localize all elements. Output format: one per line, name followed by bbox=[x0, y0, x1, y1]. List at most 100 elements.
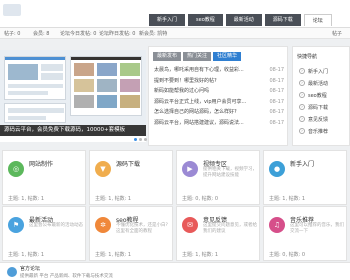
quick-nav-label: 意见反馈 bbox=[308, 116, 329, 123]
quick-nav-label: seo教程 bbox=[308, 92, 327, 99]
news-item[interactable]: 源码云平台，网站搭建建议，源码说法... 08-17 bbox=[154, 118, 284, 129]
flag-icon: ⚑ bbox=[8, 217, 24, 233]
board-title[interactable]: 源码下载 bbox=[116, 159, 140, 168]
arrow-icon: › bbox=[299, 116, 305, 122]
nav-tab-events[interactable]: 最新活动 bbox=[225, 14, 262, 26]
stat-posts: 帖子: 0 bbox=[4, 31, 21, 37]
arrow-icon: › bbox=[299, 104, 305, 110]
news-date: 08-17 bbox=[269, 77, 284, 84]
forum-stats-bar: 帖子: 0 会员: 8 论坛今日发帖: 0 论坛昨日发帖: 0 新会员: 凯特 bbox=[0, 28, 350, 39]
slider-dot[interactable] bbox=[139, 138, 142, 141]
board-stats: 主题: 0, 帖数: 0 bbox=[269, 252, 306, 258]
main-nav: 新手入门 seo教程 最新活动 源码下载 论坛 bbox=[146, 14, 332, 26]
nav-tab-forum[interactable]: 论坛 bbox=[303, 14, 332, 26]
news-title[interactable]: 源码云平台正式上线，vip用户会员可享... bbox=[154, 97, 246, 108]
news-date: 08-17 bbox=[269, 119, 284, 126]
tab-hot[interactable]: 热门关注 bbox=[183, 52, 212, 61]
quick-nav-panel: 快捷导航 › 新手入门 › 最新活动 › seo教程 › 源码下载 › 意见反馈 › 音乐推… bbox=[292, 46, 350, 146]
news-panel: 最新发布 热门关注 社区精华 太晨鸟，哪吒采用自有下心理，收益彩... 08-17… bbox=[148, 46, 288, 146]
arrow-icon: › bbox=[299, 68, 305, 74]
board-stats: 主题: 1, 帖数: 1 bbox=[8, 252, 45, 258]
board-card[interactable]: ▼ 源码下载 主题: 1, 帖数: 1 bbox=[89, 150, 173, 205]
news-date: 08-17 bbox=[269, 67, 284, 73]
board-desc: 不懂优化技术，还是小白? 这里有全面的教程 bbox=[116, 223, 168, 234]
news-date: 08-17 bbox=[269, 88, 284, 95]
board-card[interactable]: ⚑ 最新活动 这里会公布最新的活动动态 主题: 1, 帖数: 1 bbox=[2, 206, 86, 261]
download-icon: ▼ bbox=[95, 161, 111, 177]
quick-nav-item[interactable]: › 新手入门 bbox=[299, 65, 328, 77]
news-title[interactable]: 源码云平台，网站搭建建议，源码说法... bbox=[154, 118, 244, 129]
nav-tab-downloads[interactable]: 源码下载 bbox=[264, 14, 301, 26]
board-stats: 主题: 1, 帖数: 1 bbox=[95, 252, 132, 258]
chat-icon: ✉ bbox=[182, 217, 198, 233]
news-item[interactable]: 源码云平台正式上线，vip用户会员可享... 08-17 bbox=[154, 97, 284, 108]
top-header: 新手入门 seo教程 最新活动 源码下载 论坛 bbox=[0, 0, 350, 28]
slide-caption[interactable]: 源码云平台，会员免费下载源码，10000+套模板 bbox=[0, 125, 146, 136]
quick-nav-item[interactable]: › 意见反馈 bbox=[299, 113, 328, 125]
news-item[interactable]: 新码如能帮我的过心问吗 08-17 bbox=[154, 86, 284, 97]
slide-screenshot-grid bbox=[70, 56, 142, 116]
board-card[interactable]: ● 新手入门 主题: 1, 帖数: 1 bbox=[263, 150, 347, 205]
quick-nav-item[interactable]: › 最新活动 bbox=[299, 77, 328, 89]
user-icon: ● bbox=[269, 161, 285, 177]
board-title[interactable]: 网站制作 bbox=[29, 159, 53, 168]
nav-tab-beginner[interactable]: 新手入门 bbox=[149, 14, 186, 26]
news-title[interactable]: 太晨鸟，哪吒采用自有下心理，收益彩... bbox=[154, 65, 244, 76]
news-list: 太晨鸟，哪吒采用自有下心理，收益彩... 08-17 提到不要到！哪里找好的帖? 0… bbox=[154, 65, 284, 129]
board-desc: 这里会公布最新的活动动态 bbox=[29, 223, 83, 228]
gear-icon: ✲ bbox=[95, 217, 111, 233]
news-tabs: 最新发布 热门关注 社区精华 bbox=[153, 52, 243, 61]
board-card[interactable]: ♫ 音乐推荐 这里可以推荐的音乐，我们交流一下 主题: 0, 帖数: 0 bbox=[263, 206, 347, 261]
official-forum-bar: 官方论坛 提供最新 平台 产品新闻、软件下载与技术交流 bbox=[0, 262, 350, 280]
news-item[interactable]: 怎么选择自己的网站源码，怎么样好? 08-17 bbox=[154, 107, 284, 118]
arrow-icon: › bbox=[299, 80, 305, 86]
quick-nav-list: › 新手入门 › 最新活动 › seo教程 › 源码下载 › 意见反馈 › 音乐推荐 bbox=[299, 65, 328, 137]
board-stats: 主题: 0, 帖数: 0 bbox=[182, 196, 219, 202]
slider-dots bbox=[132, 138, 147, 141]
site-logo[interactable] bbox=[3, 4, 21, 16]
image-slider[interactable]: 源码云平台，会员免费下载源码，10000+套模板 bbox=[0, 50, 147, 142]
stat-today-posts: 论坛今日发帖: 0 bbox=[60, 31, 97, 37]
quick-nav-label: 新手入门 bbox=[308, 68, 329, 75]
board-desc: 这里提交问题意见，或者给我们的建议 bbox=[203, 223, 257, 234]
board-stats: 主题: 1, 帖数: 1 bbox=[95, 196, 132, 202]
board-stats: 主题: 1, 帖数: 1 bbox=[269, 196, 306, 202]
tab-latest[interactable]: 最新发布 bbox=[153, 52, 182, 61]
quick-nav-item[interactable]: › seo教程 bbox=[299, 89, 328, 101]
board-title[interactable]: 新手入门 bbox=[290, 159, 314, 168]
slide-image[interactable] bbox=[0, 50, 146, 125]
tab-featured[interactable]: 社区精华 bbox=[213, 52, 242, 61]
video-icon: ▶ bbox=[182, 161, 198, 177]
arrow-icon: › bbox=[299, 92, 305, 98]
stat-new-member[interactable]: 新会员: 凯特 bbox=[139, 30, 167, 37]
arrow-icon: › bbox=[299, 128, 305, 134]
quick-nav-title: 快捷导航 bbox=[297, 54, 318, 60]
user-link[interactable]: 帖子 bbox=[332, 30, 342, 37]
news-item[interactable]: 提到不要到！哪里找好的帖? 08-17 bbox=[154, 76, 284, 87]
slide-screenshot-main bbox=[4, 56, 66, 100]
slider-dot[interactable] bbox=[134, 138, 137, 141]
globe-icon: ◎ bbox=[8, 161, 24, 177]
board-desc: 这里可以推荐的音乐，我们交流一下 bbox=[290, 223, 344, 234]
news-item[interactable]: 太晨鸟，哪吒采用自有下心理，收益彩... 08-17 bbox=[154, 65, 284, 76]
forum-logo-icon bbox=[7, 267, 17, 277]
music-icon: ♫ bbox=[269, 217, 285, 233]
board-card[interactable]: ✉ 意见反馈 这里提交问题意见，或者给我们的建议 主题: 1, 帖数: 1 bbox=[176, 206, 260, 261]
news-date: 08-17 bbox=[269, 109, 284, 116]
quick-nav-item[interactable]: › 音乐推荐 bbox=[299, 125, 328, 137]
slider-dot[interactable] bbox=[144, 138, 147, 141]
stat-yesterday-posts: 论坛昨日发帖: 0 bbox=[99, 31, 136, 37]
news-title[interactable]: 新码如能帮我的过心问吗 bbox=[154, 86, 209, 97]
news-title[interactable]: 怎么选择自己的网站源码，怎么样好? bbox=[154, 107, 237, 118]
quick-nav-label: 音乐推荐 bbox=[308, 128, 329, 135]
news-title[interactable]: 提到不要到！哪里找好的帖? bbox=[154, 76, 217, 87]
quick-nav-label: 最新活动 bbox=[308, 80, 329, 87]
slide-screenshot-strip bbox=[4, 103, 66, 123]
nav-tab-seo[interactable]: seo教程 bbox=[188, 14, 223, 26]
official-title[interactable]: 官方论坛 bbox=[20, 265, 40, 272]
board-card[interactable]: ✲ seo教程 不懂优化技术，还是小白? 这里有全面的教程 主题: 1, 帖数:… bbox=[89, 206, 173, 261]
board-desc: 提供相关下载，视频学习，提升网站建设技能 bbox=[203, 167, 257, 178]
board-card[interactable]: ▶ 视频专区 提供相关下载，视频学习，提升网站建设技能 主题: 0, 帖数: 0 bbox=[176, 150, 260, 205]
quick-nav-item[interactable]: › 源码下载 bbox=[299, 101, 328, 113]
board-card[interactable]: ◎ 网站制作 主题: 1, 帖数: 1 bbox=[2, 150, 86, 205]
